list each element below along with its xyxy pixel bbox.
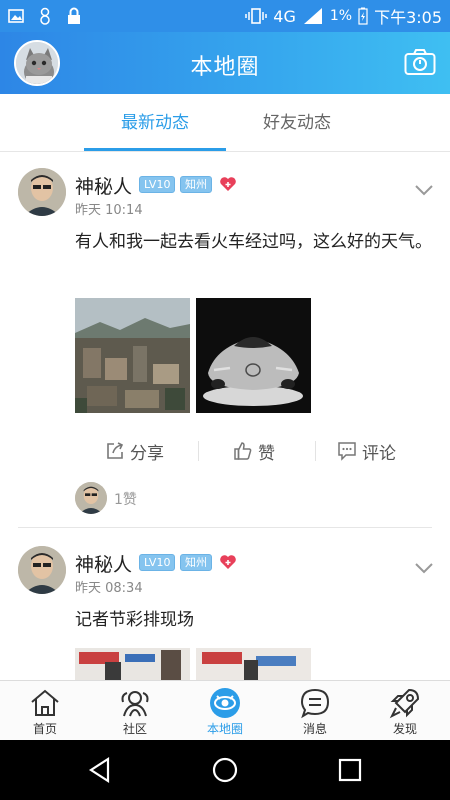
signal-icon [303, 8, 322, 24]
city-badge: 知州 [180, 176, 212, 193]
post-time: 昨天 08:34 [75, 581, 143, 596]
chevron-down-icon[interactable] [414, 562, 434, 574]
clock: 下午3:05 [374, 8, 442, 27]
post-separator [18, 527, 432, 528]
action-divider [315, 441, 316, 461]
liker-avatar[interactable] [75, 482, 107, 514]
page-title: 本地圈 [190, 55, 260, 80]
community-icon [121, 691, 149, 717]
camera-icon[interactable] [404, 48, 436, 76]
nav-home[interactable]: 首页 [0, 681, 90, 741]
post-time: 昨天 10:14 [75, 203, 143, 218]
author-name[interactable]: 神秘人 [75, 550, 132, 577]
city-photo [75, 298, 190, 413]
like-label: 赞 [258, 443, 275, 464]
post-text: 有人和我一起去看火车经过吗，这么好的天气。 [75, 232, 432, 252]
system-nav-bar [0, 740, 450, 800]
rocket-icon [389, 688, 420, 719]
like-button[interactable]: 赞 [233, 433, 275, 469]
nav-local-circle[interactable]: 本地圈 [180, 681, 270, 741]
chevron-down-icon[interactable] [414, 184, 434, 196]
message-icon [300, 688, 330, 719]
lock-icon [68, 7, 80, 24]
vibrate-icon [245, 8, 268, 24]
nav-local-circle-label: 本地圈 [206, 722, 243, 736]
status-left [8, 7, 82, 25]
contact-icon [40, 7, 50, 25]
post-card: 神秘人 LV10 知州 昨天 08:34 记者节彩排现场 [0, 530, 450, 680]
nav-community-label: 社区 [122, 722, 147, 736]
feed-list[interactable]: 神秘人 LV10 知州 昨天 10:14 有人和我一起去看火车经过吗，这么好的天… [0, 152, 450, 680]
network-type: 4G [273, 6, 296, 26]
home-icon [31, 689, 59, 716]
post-photo-city[interactable] [75, 298, 190, 413]
share-label: 分享 [130, 443, 164, 464]
app-header: 本地圈 [0, 32, 450, 94]
comment-icon [338, 442, 356, 461]
heart-icon [220, 177, 236, 191]
post-actions: 分享 赞 评论 [75, 433, 435, 469]
local-circle-icon [210, 688, 240, 718]
post-text: 记者节彩排现场 [75, 610, 194, 630]
author-name[interactable]: 神秘人 [75, 172, 132, 199]
nav-discover-label: 发现 [392, 722, 417, 736]
event-photo [196, 648, 311, 680]
status-bar: 4G 1% 下午3:05 [0, 0, 450, 32]
post-photo-event-2[interactable] [196, 648, 311, 680]
gallery-icon [8, 9, 24, 23]
level-badge: LV10 [139, 554, 176, 571]
nav-community[interactable]: 社区 [90, 681, 180, 741]
tab-latest[interactable]: 最新动态 [84, 94, 226, 152]
author-avatar[interactable] [18, 168, 66, 216]
battery-percent: 1% [329, 8, 353, 24]
bottom-nav: 首页 社区 本地圈 消息 发现 [0, 680, 450, 740]
status-right: 4G 1% 下午3:05 [245, 4, 442, 28]
share-icon [107, 442, 124, 459]
thumbs-up-icon [234, 442, 252, 460]
feed-tabs: 最新动态 好友动态 [0, 94, 450, 152]
car-photo [196, 298, 311, 413]
level-badge: LV10 [139, 176, 176, 193]
avatar-photo [18, 168, 66, 216]
back-icon[interactable] [86, 756, 114, 784]
nav-messages[interactable]: 消息 [270, 681, 360, 741]
home-circle-icon[interactable] [211, 756, 239, 784]
nav-discover[interactable]: 发现 [360, 681, 450, 741]
nav-home-label: 首页 [32, 722, 57, 736]
action-divider [198, 441, 199, 461]
tab-active-indicator [84, 148, 226, 151]
heart-icon [220, 555, 236, 569]
comment-label: 评论 [362, 443, 396, 464]
comment-button[interactable]: 评论 [337, 433, 396, 469]
avatar-photo [18, 546, 66, 594]
liker-avatar-photo [75, 482, 107, 514]
share-button[interactable]: 分享 [105, 433, 164, 469]
tab-friends[interactable]: 好友动态 [226, 94, 368, 152]
post-photo-event-1[interactable] [75, 648, 190, 680]
post-card: 神秘人 LV10 知州 昨天 10:14 有人和我一起去看火车经过吗，这么好的天… [0, 152, 450, 528]
nav-messages-label: 消息 [302, 722, 327, 736]
battery-icon [358, 7, 368, 25]
post-photo-car[interactable] [196, 298, 311, 413]
screen: 4G 1% 下午3:05 本地圈 最新动态 好友动态 神秘人 LV10 知州 昨… [0, 0, 450, 800]
like-count: 1赞 [114, 492, 137, 508]
city-badge: 知州 [180, 554, 212, 571]
author-avatar[interactable] [18, 546, 66, 594]
recents-icon[interactable] [336, 756, 364, 784]
event-photo [75, 648, 190, 680]
